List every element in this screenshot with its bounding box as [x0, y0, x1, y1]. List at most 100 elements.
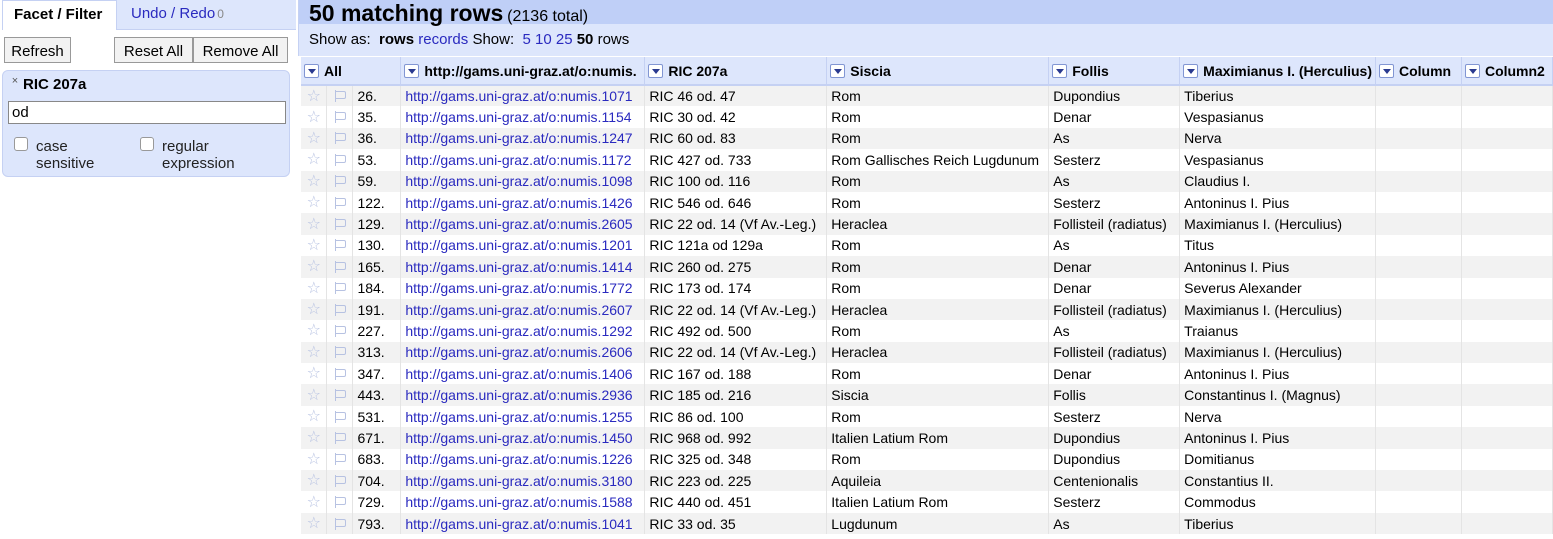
case-sensitive-checkbox[interactable] — [14, 137, 28, 151]
page-size-25[interactable]: 25 — [556, 31, 573, 48]
flag-cell[interactable] — [326, 256, 354, 278]
star-cell[interactable]: ☆ — [301, 256, 328, 278]
column-header-column[interactable]: Column — [1375, 57, 1462, 86]
records-mode-option[interactable]: records — [418, 31, 468, 48]
flag-icon[interactable] — [333, 346, 347, 359]
flag-icon[interactable] — [333, 517, 347, 530]
star-icon[interactable]: ☆ — [307, 237, 321, 254]
star-icon[interactable]: ☆ — [307, 429, 321, 446]
flag-icon[interactable] — [333, 496, 347, 509]
flag-icon[interactable] — [333, 239, 347, 252]
star-icon[interactable]: ☆ — [307, 451, 321, 468]
star-icon[interactable]: ☆ — [307, 515, 321, 532]
flag-cell[interactable] — [326, 363, 354, 385]
flag-icon[interactable] — [333, 367, 347, 380]
record-url-link[interactable]: http://gams.uni-graz.at/o:numis.1154 — [400, 106, 646, 128]
record-url-link[interactable]: http://gams.uni-graz.at/o:numis.1588 — [400, 491, 646, 513]
star-cell[interactable]: ☆ — [301, 127, 328, 150]
star-icon[interactable]: ☆ — [307, 322, 321, 339]
star-icon[interactable]: ☆ — [307, 216, 321, 233]
record-url-link[interactable]: http://gams.uni-graz.at/o:numis.1450 — [400, 427, 646, 449]
star-icon[interactable]: ☆ — [307, 194, 321, 211]
flag-cell[interactable] — [326, 512, 354, 535]
column-header-ruler[interactable]: Maximianus I. (Herculius) — [1179, 57, 1376, 86]
star-cell[interactable]: ☆ — [301, 149, 328, 171]
star-icon[interactable]: ☆ — [307, 173, 321, 190]
flag-cell[interactable] — [326, 470, 354, 492]
flag-cell[interactable] — [326, 191, 354, 214]
flag-icon[interactable] — [333, 410, 347, 423]
record-url-link[interactable]: http://gams.uni-graz.at/o:numis.2605 — [400, 213, 646, 235]
column-header-mint[interactable]: Siscia — [826, 57, 1050, 86]
flag-icon[interactable] — [333, 218, 347, 231]
star-cell[interactable]: ☆ — [301, 191, 328, 214]
column-header-ric[interactable]: RIC 207a — [644, 57, 828, 86]
star-cell[interactable]: ☆ — [301, 448, 328, 471]
star-cell[interactable]: ☆ — [301, 384, 328, 406]
remove-all-button[interactable]: Remove All — [193, 37, 288, 63]
record-url-link[interactable]: http://gams.uni-graz.at/o:numis.1201 — [400, 234, 646, 257]
chevron-down-icon[interactable] — [304, 63, 319, 78]
chevron-down-icon[interactable] — [1379, 63, 1394, 78]
flag-cell[interactable] — [326, 405, 354, 428]
reset-all-button[interactable]: Reset All — [114, 37, 193, 63]
page-size-50[interactable]: 50 — [577, 31, 594, 48]
star-cell[interactable]: ☆ — [301, 85, 328, 107]
record-url-link[interactable]: http://gams.uni-graz.at/o:numis.1772 — [400, 277, 646, 299]
record-url-link[interactable]: http://gams.uni-graz.at/o:numis.1292 — [400, 320, 646, 342]
rows-mode-option[interactable]: rows — [379, 31, 414, 48]
flag-icon[interactable] — [333, 389, 347, 402]
flag-cell[interactable] — [326, 106, 354, 128]
chevron-down-icon[interactable] — [830, 63, 846, 78]
star-cell[interactable]: ☆ — [301, 470, 328, 492]
star-icon[interactable]: ☆ — [307, 344, 321, 361]
record-url-link[interactable]: http://gams.uni-graz.at/o:numis.1041 — [400, 512, 646, 535]
record-url-link[interactable]: http://gams.uni-graz.at/o:numis.1071 — [400, 85, 646, 107]
flag-cell[interactable] — [326, 427, 354, 449]
chevron-down-icon[interactable] — [1052, 63, 1068, 78]
flag-cell[interactable] — [326, 85, 354, 107]
star-icon[interactable]: ☆ — [307, 365, 321, 382]
flag-cell[interactable] — [326, 149, 354, 171]
column-header-column2[interactable]: Column2 — [1461, 57, 1553, 86]
star-icon[interactable]: ☆ — [307, 130, 321, 147]
star-cell[interactable]: ☆ — [301, 491, 328, 513]
flag-cell[interactable] — [326, 127, 354, 150]
flag-icon[interactable] — [333, 153, 347, 166]
facet-filter-input[interactable] — [8, 101, 286, 124]
flag-cell[interactable] — [326, 384, 354, 406]
star-icon[interactable]: ☆ — [307, 408, 321, 425]
flag-icon[interactable] — [333, 324, 347, 337]
flag-icon[interactable] — [333, 175, 347, 188]
regular-expression-checkbox[interactable] — [140, 137, 154, 151]
record-url-link[interactable]: http://gams.uni-graz.at/o:numis.3180 — [400, 470, 646, 492]
star-icon[interactable]: ☆ — [307, 472, 321, 489]
chevron-down-icon[interactable] — [1183, 63, 1199, 78]
star-cell[interactable]: ☆ — [301, 234, 328, 257]
star-cell[interactable]: ☆ — [301, 170, 328, 192]
refresh-button[interactable]: Refresh — [4, 37, 71, 63]
flag-icon[interactable] — [333, 90, 347, 103]
flag-cell[interactable] — [326, 213, 354, 235]
tab-facet-filter[interactable]: Facet / Filter — [2, 0, 117, 30]
star-cell[interactable]: ☆ — [301, 277, 328, 299]
flag-icon[interactable] — [333, 282, 347, 295]
star-icon[interactable]: ☆ — [307, 280, 321, 297]
star-cell[interactable]: ☆ — [301, 363, 328, 385]
star-icon[interactable]: ☆ — [307, 387, 321, 404]
star-icon[interactable]: ☆ — [307, 258, 321, 275]
record-url-link[interactable]: http://gams.uni-graz.at/o:numis.1406 — [400, 363, 646, 385]
record-url-link[interactable]: http://gams.uni-graz.at/o:numis.1255 — [400, 405, 646, 428]
column-header-all[interactable]: All — [301, 57, 402, 86]
flag-cell[interactable] — [326, 448, 354, 471]
flag-icon[interactable] — [333, 260, 347, 273]
star-icon[interactable]: ☆ — [307, 301, 321, 318]
record-url-link[interactable]: http://gams.uni-graz.at/o:numis.2936 — [400, 384, 646, 406]
record-url-link[interactable]: http://gams.uni-graz.at/o:numis.1098 — [400, 170, 646, 192]
flag-icon[interactable] — [333, 431, 347, 444]
flag-cell[interactable] — [326, 491, 354, 513]
star-cell[interactable]: ☆ — [301, 298, 328, 321]
close-icon[interactable]: × — [10, 76, 20, 87]
star-cell[interactable]: ☆ — [301, 341, 328, 364]
chevron-down-icon[interactable] — [648, 63, 664, 78]
